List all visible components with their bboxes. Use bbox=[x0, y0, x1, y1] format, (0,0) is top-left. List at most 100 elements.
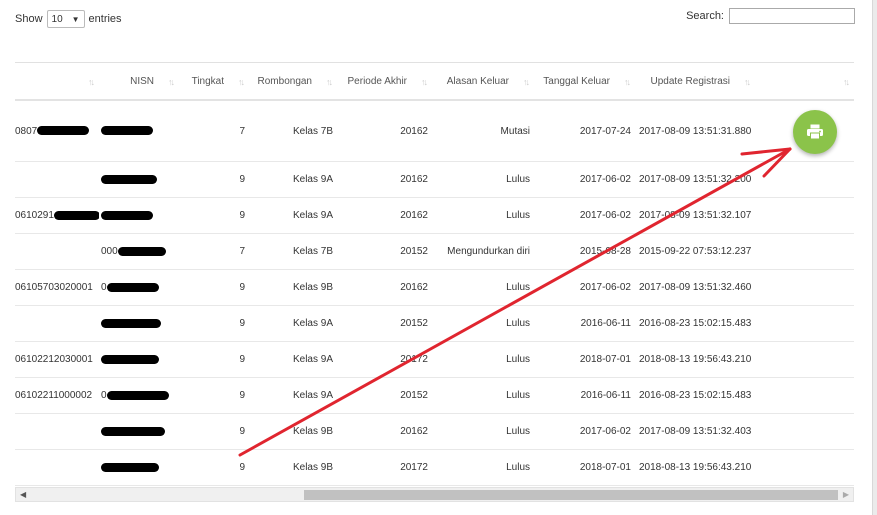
cell-nisn: 0 bbox=[99, 269, 179, 306]
table-row[interactable]: 9 Kelas 9A 20152 Lulus 2016-06-11 2016-08-23 … bbox=[15, 305, 854, 342]
horizontal-scrollbar[interactable]: ◀ ▶ bbox=[15, 487, 854, 502]
search-control: Search: bbox=[686, 8, 855, 24]
cell-rombongan: Kelas 9B bbox=[249, 413, 337, 450]
cell-periode: 20162 bbox=[337, 269, 432, 306]
cell-periode: 20152 bbox=[337, 377, 432, 414]
table-row[interactable]: 06102212030001 9 Kelas 9A 20172 Lulus 2018-07… bbox=[15, 341, 854, 378]
cell-update: 2015-09-22 07:53:12.237 bbox=[635, 233, 755, 270]
cell-nipd: 06102212030001 bbox=[15, 341, 99, 378]
cell-tanggal: 2017-07-24 bbox=[534, 100, 635, 162]
cell-periode: 20162 bbox=[337, 197, 432, 234]
sort-icon: ↑↓ bbox=[238, 77, 245, 87]
cell-nipd bbox=[15, 413, 99, 450]
sort-icon: ↑↓ bbox=[421, 77, 428, 87]
search-input[interactable] bbox=[729, 8, 855, 24]
cell-nipd-text: 06102212030001 bbox=[15, 354, 93, 365]
column-header[interactable]: Update Registrasi ↑↓ bbox=[635, 63, 755, 101]
cell-nisn bbox=[99, 341, 179, 378]
table-row[interactable]: 9 Kelas 9B 20162 Lulus 2017-06-02 2017-08-09 … bbox=[15, 413, 854, 450]
cell-tanggal: 2016-06-11 bbox=[534, 377, 635, 414]
cell-tanggal: 2017-06-02 bbox=[534, 161, 635, 198]
length-control: Show 10 ▼ entries bbox=[15, 10, 122, 28]
cell-actions bbox=[755, 413, 854, 450]
cell-tingkat: 9 bbox=[179, 305, 249, 342]
cell-rombongan: Kelas 9B bbox=[249, 269, 337, 306]
entries-label: entries bbox=[88, 13, 122, 25]
column-header[interactable]: Rombongan ↑↓ bbox=[249, 63, 337, 101]
cell-nisn: 0 bbox=[99, 377, 179, 414]
cell-nisn bbox=[99, 305, 179, 342]
cell-update: 2018-08-13 19:56:43.210 bbox=[635, 449, 755, 486]
column-header-label: Tingkat bbox=[191, 75, 224, 87]
column-header-label: Alasan Keluar bbox=[446, 75, 509, 87]
scrollbar-thumb[interactable] bbox=[304, 490, 838, 500]
cell-rombongan: Kelas 9A bbox=[249, 161, 337, 198]
cell-nisn bbox=[99, 449, 179, 486]
cell-tingkat: 9 bbox=[179, 377, 249, 414]
table-row[interactable]: 9 Kelas 9B 20172 Lulus 2018-07-01 2018-08-13 … bbox=[15, 449, 854, 486]
cell-rombongan: Kelas 9A bbox=[249, 341, 337, 378]
printer-icon bbox=[807, 124, 823, 140]
table-row[interactable]: 06105703020001 0 9 Kelas 9B 20162 Lulus 2017-0… bbox=[15, 269, 854, 306]
sort-icon: ↑↓ bbox=[744, 77, 751, 87]
cell-update: 2017-08-09 13:51:32.200 bbox=[635, 161, 755, 198]
column-header[interactable]: Periode Akhir ↑↓ bbox=[337, 63, 432, 101]
cell-nipd-text: 06102211000002 bbox=[15, 390, 93, 401]
cell-nipd bbox=[15, 233, 99, 270]
cell-tanggal: 2018-07-01 bbox=[534, 341, 635, 378]
cell-nisn: 000 bbox=[99, 233, 179, 270]
cell-tanggal: 2017-06-02 bbox=[534, 269, 635, 306]
table-row[interactable]: 0610291 9 Kelas 9A 20162 Lulus 2017-06-02 2017… bbox=[15, 197, 854, 234]
cell-tingkat: 7 bbox=[179, 233, 249, 270]
cell-nisn bbox=[99, 197, 179, 234]
cell-tanggal: 2017-06-02 bbox=[534, 413, 635, 450]
cell-nisn-text: 0 bbox=[101, 282, 107, 293]
column-header[interactable]: Alasan Keluar ↑↓ bbox=[432, 63, 534, 101]
cell-alasan: Lulus bbox=[432, 449, 534, 486]
cell-actions bbox=[755, 377, 854, 414]
cell-rombongan: Kelas 9A bbox=[249, 197, 337, 234]
column-header[interactable]: Tingkat ↑↓ bbox=[179, 63, 249, 101]
cell-nisn-text: 000 bbox=[101, 246, 118, 257]
cell-nipd-text: 0610291 bbox=[15, 210, 54, 221]
print-button[interactable] bbox=[793, 110, 837, 154]
cell-tingkat: 9 bbox=[179, 413, 249, 450]
redaction-mark bbox=[101, 126, 153, 136]
cell-nisn bbox=[99, 413, 179, 450]
cell-tingkat: 9 bbox=[179, 341, 249, 378]
entries-select-value: 10 bbox=[51, 13, 63, 25]
table-row[interactable]: 000 7 Kelas 7B 20152 Mengundurkan diri 2015-0… bbox=[15, 233, 854, 270]
cell-alasan: Lulus bbox=[432, 197, 534, 234]
cell-nipd: 0807 bbox=[15, 100, 99, 162]
table-row[interactable]: 06102211000002 0 9 Kelas 9A 20152 Lulus 2016-0… bbox=[15, 377, 854, 414]
entries-select[interactable]: 10 ▼ bbox=[46, 10, 85, 28]
column-header[interactable]: Tanggal Keluar ↑↓ bbox=[534, 63, 635, 101]
cell-alasan: Mengundurkan diri bbox=[432, 233, 534, 270]
cell-alasan: Lulus bbox=[432, 413, 534, 450]
cell-nipd: 06105703020001 bbox=[15, 269, 99, 306]
cell-update: 2017-08-09 13:51:32.403 bbox=[635, 413, 755, 450]
cell-nisn bbox=[99, 161, 179, 198]
scroll-left-icon[interactable]: ◀ bbox=[20, 490, 26, 499]
scroll-right-icon[interactable]: ▶ bbox=[843, 490, 849, 499]
cell-alasan: Mutasi bbox=[432, 100, 534, 162]
cell-alasan: Lulus bbox=[432, 161, 534, 198]
cell-update: 2017-08-09 13:51:32.460 bbox=[635, 269, 755, 306]
cell-periode: 20172 bbox=[337, 341, 432, 378]
redaction-mark bbox=[53, 210, 99, 220]
table-controls: Show 10 ▼ entries Search: bbox=[15, 8, 855, 30]
table-row[interactable]: 0807 7 Kelas 7B 20162 Mutasi 2017-07-24 2017-0… bbox=[15, 100, 854, 162]
redaction-mark bbox=[101, 426, 165, 436]
cell-nipd bbox=[15, 161, 99, 198]
column-header[interactable]: ↑↓ bbox=[755, 63, 854, 101]
column-header[interactable]: NISN ↑↓ bbox=[99, 63, 179, 101]
column-header-label: NISN bbox=[130, 75, 154, 87]
caret-down-icon: ▼ bbox=[71, 14, 80, 24]
column-header[interactable]: ↑↓ bbox=[15, 63, 99, 101]
sort-icon: ↑↓ bbox=[523, 77, 530, 87]
column-header-label: Update Registrasi bbox=[650, 75, 730, 87]
cell-periode: 20162 bbox=[337, 100, 432, 162]
cell-nipd-text: 0807 bbox=[15, 125, 38, 137]
table-row[interactable]: 9 Kelas 9A 20162 Lulus 2017-06-02 2017-08-09 … bbox=[15, 161, 854, 198]
cell-nipd bbox=[15, 305, 99, 342]
